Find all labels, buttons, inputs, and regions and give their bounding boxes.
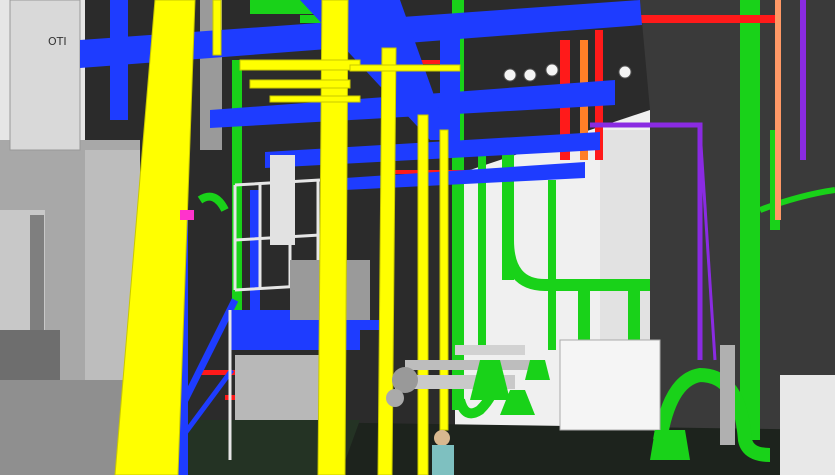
equipment-label: OTI bbox=[48, 35, 67, 48]
plant-3d-model-view[interactable]: OTI bbox=[0, 0, 835, 475]
magenta-marker bbox=[180, 210, 194, 220]
white-box bbox=[270, 155, 295, 245]
